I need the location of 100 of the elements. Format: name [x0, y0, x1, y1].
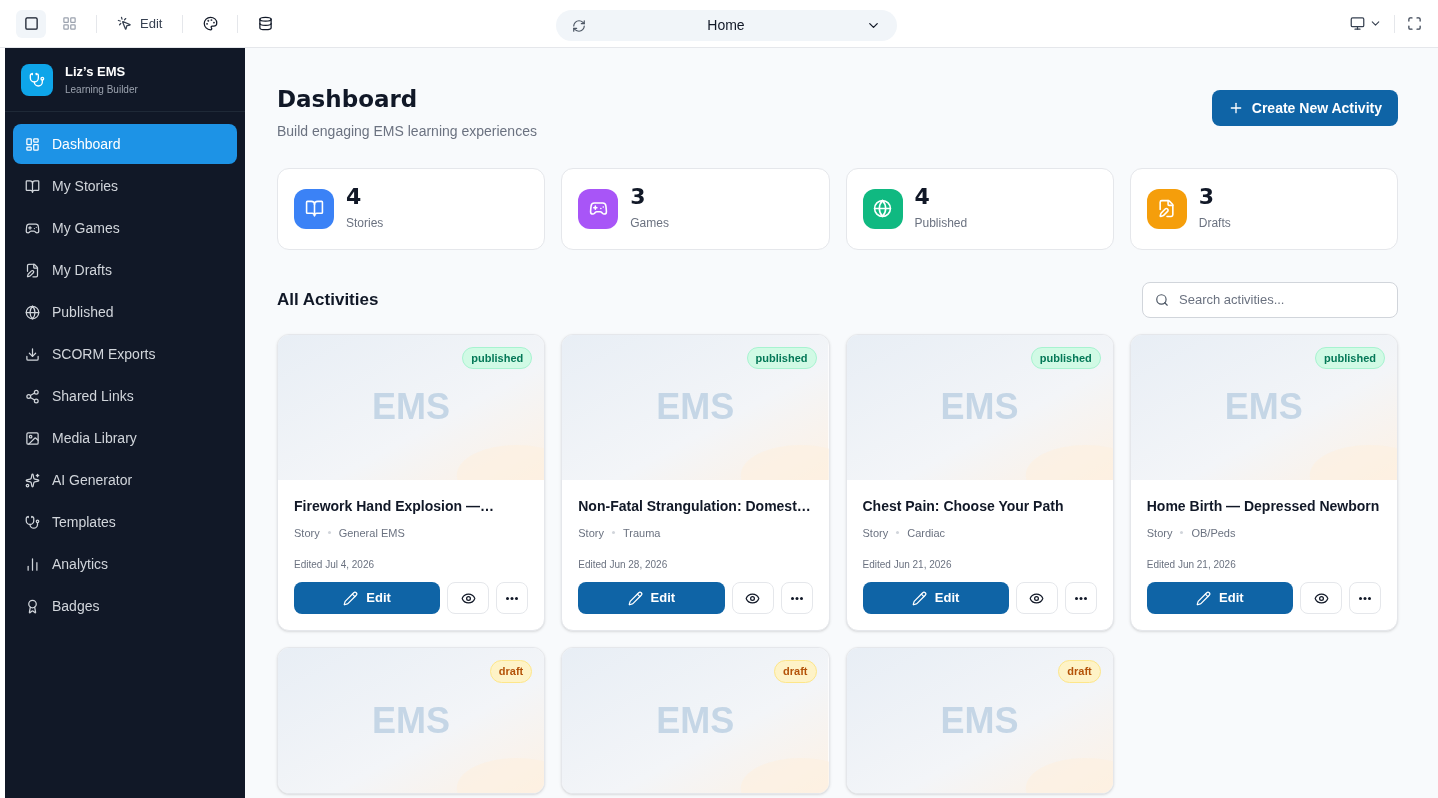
pencil-icon	[627, 590, 643, 606]
edit-button[interactable]: Edit	[862, 582, 1009, 614]
stat-label: Published	[914, 214, 968, 232]
activity-category: Cardiac	[907, 525, 946, 541]
sidebar-item[interactable]: Analytics	[13, 544, 237, 584]
pencil-icon	[1196, 590, 1212, 606]
stat-label: Games	[630, 214, 669, 232]
brand-name: Liz’s EMS	[65, 63, 127, 82]
edited-date: Edited Jun 21, 2026	[862, 558, 953, 572]
search-icon	[1155, 292, 1169, 307]
activity-type: Story	[1146, 525, 1173, 541]
globe-icon	[25, 304, 40, 320]
activity-title: Non-Fatal Strangulation: Domest…	[578, 496, 812, 516]
eye-icon	[1313, 590, 1329, 606]
edit-mode-button[interactable]: Edit	[109, 9, 171, 38]
book-icon	[25, 178, 40, 194]
edited-date: Edited Jun 21, 2026	[1146, 558, 1237, 572]
status-tag: draft	[1058, 660, 1101, 683]
section-title: All Activities	[277, 288, 379, 311]
more-button[interactable]	[1064, 582, 1097, 614]
refresh-icon	[572, 18, 586, 33]
more-icon	[1074, 596, 1087, 600]
sidebar-item[interactable]: Published	[13, 292, 237, 332]
pencil-icon	[343, 590, 359, 606]
activity-type: Story	[294, 525, 320, 541]
more-button[interactable]	[780, 582, 813, 614]
award-icon	[25, 598, 40, 614]
rectangle-icon	[23, 16, 39, 31]
book-icon	[304, 199, 324, 218]
activity-category: OB/Peds	[1191, 525, 1236, 541]
edit-button[interactable]: Edit	[1146, 582, 1293, 614]
sidebar-item[interactable]: AI Generator	[13, 460, 237, 500]
activity-category: General EMS	[338, 525, 405, 541]
sidebar-item[interactable]: Shared Links	[13, 376, 237, 416]
more-icon	[506, 596, 519, 600]
sidebar-item[interactable]: My Games	[13, 208, 237, 248]
fullscreen-button[interactable]	[1407, 16, 1422, 31]
grid-icon	[61, 16, 77, 31]
stat-label: Drafts	[1198, 214, 1231, 232]
sidebar-item[interactable]: Badges	[13, 586, 237, 626]
more-button[interactable]	[1349, 582, 1381, 614]
activity-title: Home Birth — Depressed Newborn	[1146, 496, 1381, 516]
page-subtitle: Build engaging EMS learning experiences	[277, 121, 537, 141]
activity-type: Story	[578, 525, 604, 541]
search-field[interactable]: Search activities...	[1142, 281, 1398, 318]
download-icon	[25, 346, 40, 362]
edited-date: Edited Jul 4, 2026	[294, 558, 376, 572]
edit-button[interactable]: Edit	[578, 582, 725, 614]
palette-icon	[202, 16, 218, 31]
eye-icon	[745, 590, 760, 606]
gamepad-icon	[25, 220, 40, 236]
image-icon	[25, 430, 40, 446]
bar-chart-icon	[25, 556, 40, 572]
pointer-icon	[117, 16, 132, 31]
single-view-button[interactable]	[16, 9, 46, 38]
share-icon	[25, 388, 40, 404]
page-title: Dashboard	[277, 85, 419, 114]
stethoscope-icon	[29, 71, 45, 88]
create-activity-button[interactable]: Create New Activity	[1211, 90, 1398, 126]
activity-category: Trauma	[622, 525, 661, 541]
preview-button[interactable]	[447, 582, 490, 614]
sidebar-item[interactable]: SCORM Exports	[13, 334, 237, 374]
stat-value: 4	[914, 185, 931, 208]
sidebar-item[interactable]: My Drafts	[13, 250, 237, 290]
database-icon	[257, 16, 273, 31]
activity-title: Chest Pain: Choose Your Path	[862, 496, 1065, 516]
monitor-icon	[1350, 16, 1365, 31]
more-icon	[1359, 596, 1371, 600]
eye-icon	[460, 590, 476, 606]
more-icon	[790, 596, 803, 600]
sidebar-item[interactable]: Media Library	[13, 418, 237, 458]
brand-subtitle: Learning Builder	[65, 82, 138, 97]
stat-value: 4	[346, 185, 363, 208]
pencil-icon	[911, 590, 927, 606]
address-text: Home	[706, 16, 746, 35]
stat-value: 3	[1198, 185, 1216, 208]
gamepad-icon	[588, 199, 608, 218]
preview-button[interactable]	[1015, 582, 1058, 614]
sparkles-icon	[25, 472, 40, 488]
activity-title: Firework Hand Explosion —…	[294, 496, 495, 516]
sidebar-item[interactable]: My Stories	[13, 166, 237, 206]
dashboard-icon	[25, 136, 40, 152]
device-button[interactable]	[1350, 16, 1382, 31]
file-pen-icon	[25, 262, 40, 278]
stat-value: 3	[630, 185, 647, 208]
eye-icon	[1029, 590, 1045, 606]
globe-icon	[873, 199, 892, 218]
address-bar[interactable]: Home	[556, 10, 897, 41]
sidebar-item[interactable]: Templates	[13, 502, 237, 542]
more-button[interactable]	[496, 582, 529, 614]
edit-button[interactable]: Edit	[294, 582, 441, 614]
file-pen-icon	[1157, 199, 1177, 218]
activity-type: Story	[862, 525, 889, 541]
fullscreen-icon	[1407, 16, 1422, 31]
edited-date: Edited Jun 28, 2026	[578, 558, 669, 572]
stat-label: Stories	[346, 214, 384, 232]
preview-button[interactable]	[1300, 582, 1342, 614]
preview-button[interactable]	[731, 582, 774, 614]
stethoscope-icon	[25, 514, 40, 530]
status-tag: draft	[774, 660, 817, 683]
